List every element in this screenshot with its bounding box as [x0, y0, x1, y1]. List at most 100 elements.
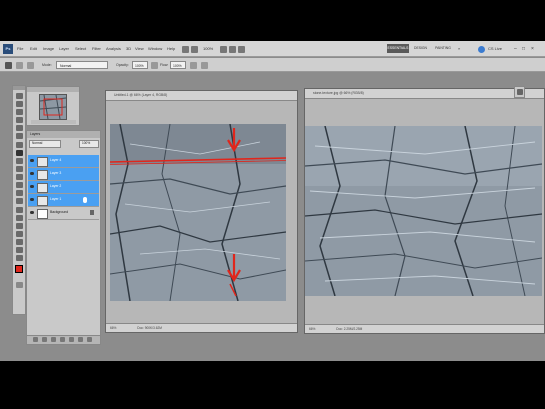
document-tab[interactable]: Untitled-1 @ 66% (Layer 4, RGB/8): [106, 91, 297, 101]
quick-selection-tool-icon[interactable]: [16, 117, 23, 123]
visibility-eye-icon[interactable]: [30, 185, 34, 188]
healing-brush-tool-icon[interactable]: [16, 142, 23, 148]
history-brush-tool-icon[interactable]: [16, 166, 23, 172]
hand-cursor-icon: [83, 197, 87, 203]
new-layer-icon[interactable]: [78, 337, 83, 342]
new-group-icon[interactable]: [69, 337, 74, 342]
close-button[interactable]: ×: [531, 45, 534, 53]
document-zoom[interactable]: 66%: [309, 327, 315, 331]
panel-icon[interactable]: [517, 89, 523, 95]
link-layers-icon[interactable]: [33, 337, 38, 342]
zoom-tool-icon[interactable]: [16, 255, 23, 261]
delete-layer-icon[interactable]: [87, 337, 92, 342]
pressure-opacity-icon[interactable]: [151, 62, 158, 69]
eraser-tool-icon[interactable]: [16, 174, 23, 180]
document-info[interactable]: Doc: 2.25M/2.25M: [336, 327, 362, 331]
visibility-eye-icon[interactable]: [30, 172, 34, 175]
layer-row[interactable]: Layer 3: [28, 168, 99, 181]
minimize-button[interactable]: –: [514, 45, 517, 53]
document-canvas[interactable]: [305, 126, 542, 296]
airbrush-icon[interactable]: [190, 62, 197, 69]
brush-panel-icon[interactable]: [27, 62, 34, 69]
lasso-tool-icon[interactable]: [16, 109, 23, 115]
mode-select[interactable]: Normal: [56, 61, 108, 69]
mini-bridge-icon[interactable]: [191, 46, 198, 53]
workspace-painting-button[interactable]: PAINTING: [432, 44, 454, 53]
brush-tool-icon[interactable]: [5, 62, 12, 69]
menu-image[interactable]: Image: [43, 45, 54, 53]
layer-row[interactable]: Background: [28, 207, 99, 220]
document-info[interactable]: Doc: 900K/3.62M: [137, 326, 162, 330]
layer-opacity-field[interactable]: 100%: [79, 140, 99, 148]
cs-live-label[interactable]: CS Live: [488, 45, 502, 53]
clone-stamp-tool-icon[interactable]: [16, 158, 23, 164]
hand-tool-icon[interactable]: [16, 247, 23, 253]
path-selection-tool-icon[interactable]: [16, 223, 23, 229]
menu-filter[interactable]: Filter: [92, 45, 101, 53]
menu-3d[interactable]: 3D: [126, 45, 131, 53]
navigator-thumbnail-image: [40, 95, 66, 119]
arrange-documents-icon[interactable]: [238, 46, 245, 53]
visibility-eye-icon[interactable]: [30, 211, 34, 214]
hand-tool-icon[interactable]: [220, 46, 227, 53]
workspace-design-button[interactable]: DESIGN: [411, 44, 430, 53]
cs-live-icon[interactable]: [478, 46, 485, 53]
eyedropper-tool-icon[interactable]: [16, 133, 23, 139]
foreground-color-swatch[interactable]: [15, 265, 23, 273]
visibility-eye-icon[interactable]: [30, 159, 34, 162]
dodge-tool-icon[interactable]: [16, 198, 23, 204]
tools-panel-header[interactable]: [13, 86, 25, 90]
opacity-field[interactable]: 100%: [132, 61, 148, 69]
navigator-zoom-slider[interactable]: [31, 120, 76, 124]
document-tab[interactable]: stone-texture.jpg @ 66% (RGB/8): [305, 89, 544, 99]
menu-edit[interactable]: Edit: [30, 45, 37, 53]
layer-name: Layer 4: [50, 158, 62, 162]
document-canvas[interactable]: [110, 124, 286, 301]
3d-rotate-tool-icon[interactable]: [16, 239, 23, 245]
visibility-eye-icon[interactable]: [30, 198, 34, 201]
menu-analysis[interactable]: Analysis: [106, 45, 121, 53]
adjustment-layer-icon[interactable]: [60, 337, 65, 342]
layer-name: Background: [50, 210, 69, 214]
document-zoom[interactable]: 66%: [110, 326, 116, 330]
workspace-more-button[interactable]: »: [458, 45, 460, 53]
marquee-tool-icon[interactable]: [16, 101, 23, 107]
document-status-bar: 66% Doc: 900K/3.62M: [106, 323, 297, 332]
flow-field[interactable]: 100%: [170, 61, 186, 69]
pen-tool-icon[interactable]: [16, 207, 23, 213]
move-tool-icon[interactable]: [16, 93, 23, 99]
tools-panel: [12, 85, 26, 315]
navigator-thumbnail[interactable]: [39, 94, 67, 120]
blur-tool-icon[interactable]: [16, 190, 23, 196]
bridge-icon[interactable]: [182, 46, 189, 53]
menu-select[interactable]: Select: [75, 45, 86, 53]
maximize-button[interactable]: □: [522, 45, 525, 53]
layer-row[interactable]: Layer 1: [28, 194, 99, 207]
type-tool-icon[interactable]: [16, 215, 23, 221]
gradient-tool-icon[interactable]: [16, 182, 23, 188]
zoom-level[interactable]: 100%: [203, 45, 213, 53]
menu-window[interactable]: Window: [148, 45, 162, 53]
layer-row[interactable]: Layer 4: [28, 155, 99, 168]
layers-tab[interactable]: Layers: [30, 132, 40, 137]
menu-help[interactable]: Help: [167, 45, 175, 53]
menu-bar: Ps File Edit Image Layer Select Filter A…: [0, 41, 545, 57]
zoom-tool-icon[interactable]: [229, 46, 236, 53]
shape-tool-icon[interactable]: [16, 231, 23, 237]
layers-panel: Layers Normal 100% Layer 4 Layer 3 Layer…: [26, 130, 101, 345]
layer-thumbnail: [37, 170, 48, 180]
brush-preset-icon[interactable]: [16, 62, 23, 69]
layer-style-icon[interactable]: [42, 337, 47, 342]
quick-mask-icon[interactable]: [16, 282, 23, 288]
layer-mask-icon[interactable]: [51, 337, 56, 342]
blend-mode-select[interactable]: Normal: [29, 140, 61, 148]
pressure-size-icon[interactable]: [201, 62, 208, 69]
crop-tool-icon[interactable]: [16, 125, 23, 131]
workspace-essentials-button[interactable]: ESSENTIALS: [387, 44, 409, 53]
brush-tool-icon[interactable]: [16, 150, 23, 156]
navigator-header[interactable]: [27, 87, 79, 92]
menu-file[interactable]: File: [17, 45, 23, 53]
menu-view[interactable]: View: [135, 45, 144, 53]
menu-layer[interactable]: Layer: [59, 45, 69, 53]
layer-row[interactable]: Layer 2: [28, 181, 99, 194]
